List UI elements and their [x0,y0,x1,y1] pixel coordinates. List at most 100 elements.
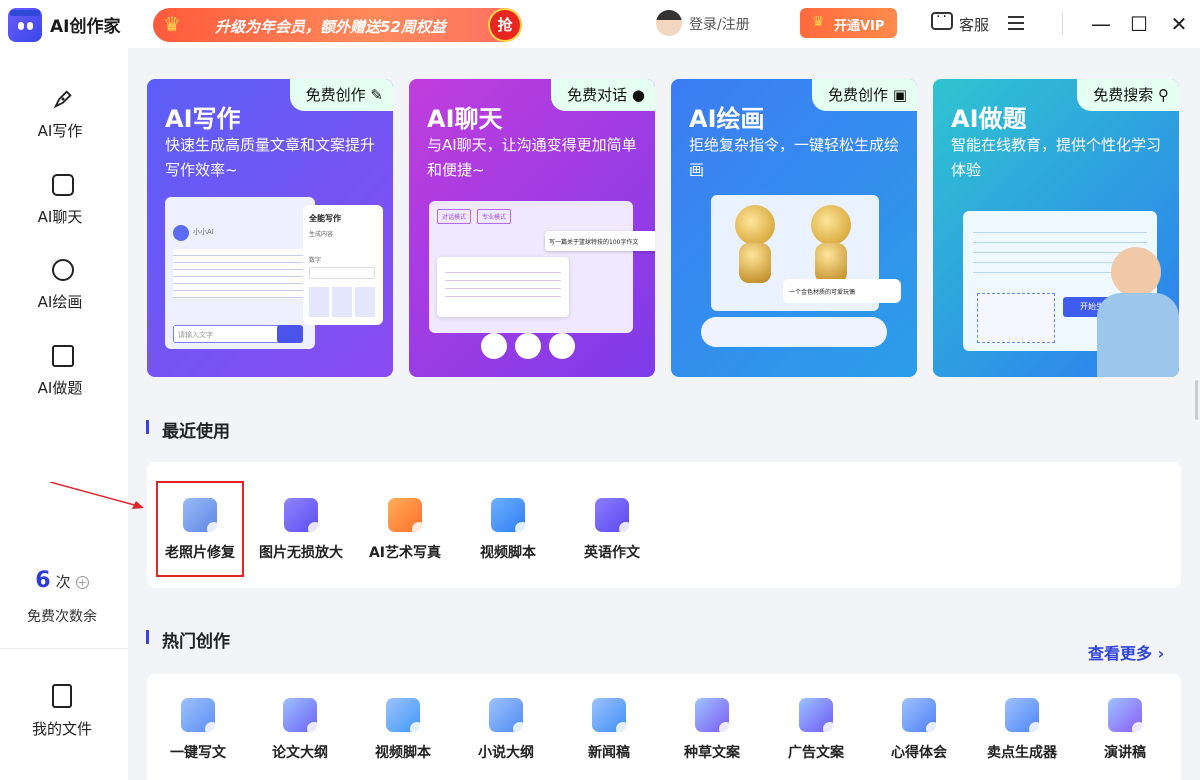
tool-icon [799,698,837,736]
user-avatar[interactable] [656,10,682,36]
hot-tool-item[interactable]: 心得体会 [867,698,971,762]
card-description: 与AI聊天，让沟通变得更加简单和便捷~ [427,136,637,179]
customer-service-icon[interactable] [931,9,953,30]
card-badge[interactable]: 免费搜索 ⚲ [1077,79,1179,111]
sidebar-item-label: AI聊天 [37,208,83,226]
doll-body [815,243,847,283]
promo-text: 升级为年会员，额外赠送52周权益 [215,18,446,36]
teacher-head [1111,247,1161,297]
english-essay-icon [595,498,633,536]
login-link[interactable]: 登录/注册 [689,14,750,34]
recent-section-title: 最近使用 [162,422,230,442]
writing-menu-title: 全能写作 [309,214,341,223]
tool-image-upscale[interactable]: 图片无损放大 [249,498,353,562]
doll-body [739,243,771,283]
free-count-unit: 次 [55,573,71,591]
text-lines [173,249,303,299]
sidebar-item-ai-homework[interactable]: AI做题 [0,345,128,415]
tool-label: 一键写文 [170,745,226,761]
free-count-label: 免费次数余 [27,609,97,625]
card-description: 智能在线教育，提供个性化学习体验 [951,136,1162,179]
tool-icon [489,698,527,736]
app-logo [8,8,42,42]
sidebar-item-ai-chat[interactable]: AI聊天 [0,174,128,244]
my-files-button[interactable]: 我的文件 [0,684,124,739]
hot-tool-item[interactable]: 新闻稿 [557,698,661,762]
pointer-arrow [50,482,144,509]
hot-tool-item[interactable]: 卖点生成器 [970,698,1074,762]
edit-icon: ✎ [370,86,383,104]
vip-label: 开通VIP [834,19,885,34]
card-badge[interactable]: 免费创作 ✎ [289,79,393,111]
hot-tool-item[interactable]: 广告文案 [764,698,868,762]
card-description: 快速生成高质量文章和文案提升写作效率~ [165,136,376,179]
hot-tool-item[interactable]: 演讲稿 [1073,698,1177,762]
crown-icon: ♛ [812,14,825,30]
hot-tool-item[interactable]: 种草文案 [660,698,764,762]
video-script-icon [491,498,529,536]
chat-tool-icon [515,333,541,359]
bot-name: 小小AI [193,228,214,236]
free-count: 6 次 + [0,568,124,593]
customer-service-label[interactable]: 客服 [959,14,989,35]
chat-mockup: 对话模式 专业模式 写一篇关于篮球特技的100字作文 [429,201,655,333]
tool-icon [181,698,219,736]
text-lines [445,265,561,301]
grab-button[interactable]: 抢 [488,8,522,42]
hot-tool-item[interactable]: 论文大纲 [248,698,352,762]
tool-label: 新闻稿 [588,745,630,761]
card-ai-drawing[interactable]: 免费创作 ▣ AI绘画 拒绝复杂指令，一键轻松生成绘画 一个金色材质的可爱玩偶 [671,79,917,377]
tool-video-script[interactable]: 视频脚本 [456,498,560,562]
tool-label: 视频脚本 [480,545,536,561]
hot-tool-item[interactable]: 视频脚本 [351,698,455,762]
badge-label: 免费搜索 [1093,86,1154,104]
tool-ai-portrait[interactable]: AI艺术写真 [353,498,457,562]
card-badge[interactable]: 免费对话 ● [551,79,655,111]
sidebar-item-ai-writing[interactable]: AI写作 [0,88,128,158]
hot-tool-item[interactable]: 一键写文 [146,698,250,762]
tool-icon [283,698,321,736]
tool-icon [1108,698,1146,736]
logo-eye [18,22,24,30]
minimize-button[interactable]: — [1086,10,1116,38]
divider [1062,12,1063,34]
view-more-link[interactable]: 查看更多 › [1088,640,1164,664]
chat-reply [437,257,569,317]
section-marker [146,630,149,644]
tool-icon [1005,698,1043,736]
maximize-button[interactable]: ☐ [1124,10,1154,38]
image-icon: ▣ [892,86,907,104]
hot-tool-item[interactable]: 小说大纲 [454,698,558,762]
tool-icon [386,698,424,736]
badge-label: 免费创作 [305,86,366,104]
bot-avatar [173,225,189,241]
file-icon [52,684,72,708]
card-ai-homework[interactable]: 免费搜索 ⚲ AI做题 智能在线教育，提供个性化学习体验 开始生成 [933,79,1179,377]
doll-head [811,205,851,245]
tool-label: 小说大纲 [478,745,534,761]
close-button[interactable]: ✕ [1164,10,1194,38]
card-ai-writing[interactable]: 免费创作 ✎ AI写作 快速生成高质量文章和文案提升写作效率~ 小小AI 请输入… [147,79,393,377]
style-bar [701,317,887,347]
free-count-number: 6 [35,568,51,593]
writing-input: 请输入文字 [173,325,291,343]
promo-banner[interactable]: ♛ 升级为年会员，额外赠送52周权益 抢 [153,8,522,42]
tool-label: 论文大纲 [272,745,328,761]
sidebar-item-ai-drawing[interactable]: AI绘画 [0,259,128,329]
vip-button[interactable]: ♛ 开通VIP [800,8,897,38]
tool-english-essay[interactable]: 英语作文 [560,498,664,562]
crown-icon: ♛ [163,12,181,36]
card-title: AI写作 [165,105,241,133]
writing-field: 数字 [309,257,322,264]
menu-icon[interactable] [1008,16,1024,30]
tool-label: 演讲稿 [1104,745,1146,761]
tool-label: 心得体会 [891,745,947,761]
card-badge[interactable]: 免费创作 ▣ [812,79,917,111]
card-ai-chat[interactable]: 免费对话 ● AI聊天 与AI聊天，让沟通变得更加简单和便捷~ 对话模式 专业模… [409,79,655,377]
scrollbar[interactable] [1195,380,1198,420]
add-count-icon[interactable]: + [75,576,89,589]
chat-tool-icon [549,333,575,359]
tool-label: 卖点生成器 [987,745,1057,761]
bookmark-icon [52,345,74,367]
image-upscale-icon [284,498,322,536]
